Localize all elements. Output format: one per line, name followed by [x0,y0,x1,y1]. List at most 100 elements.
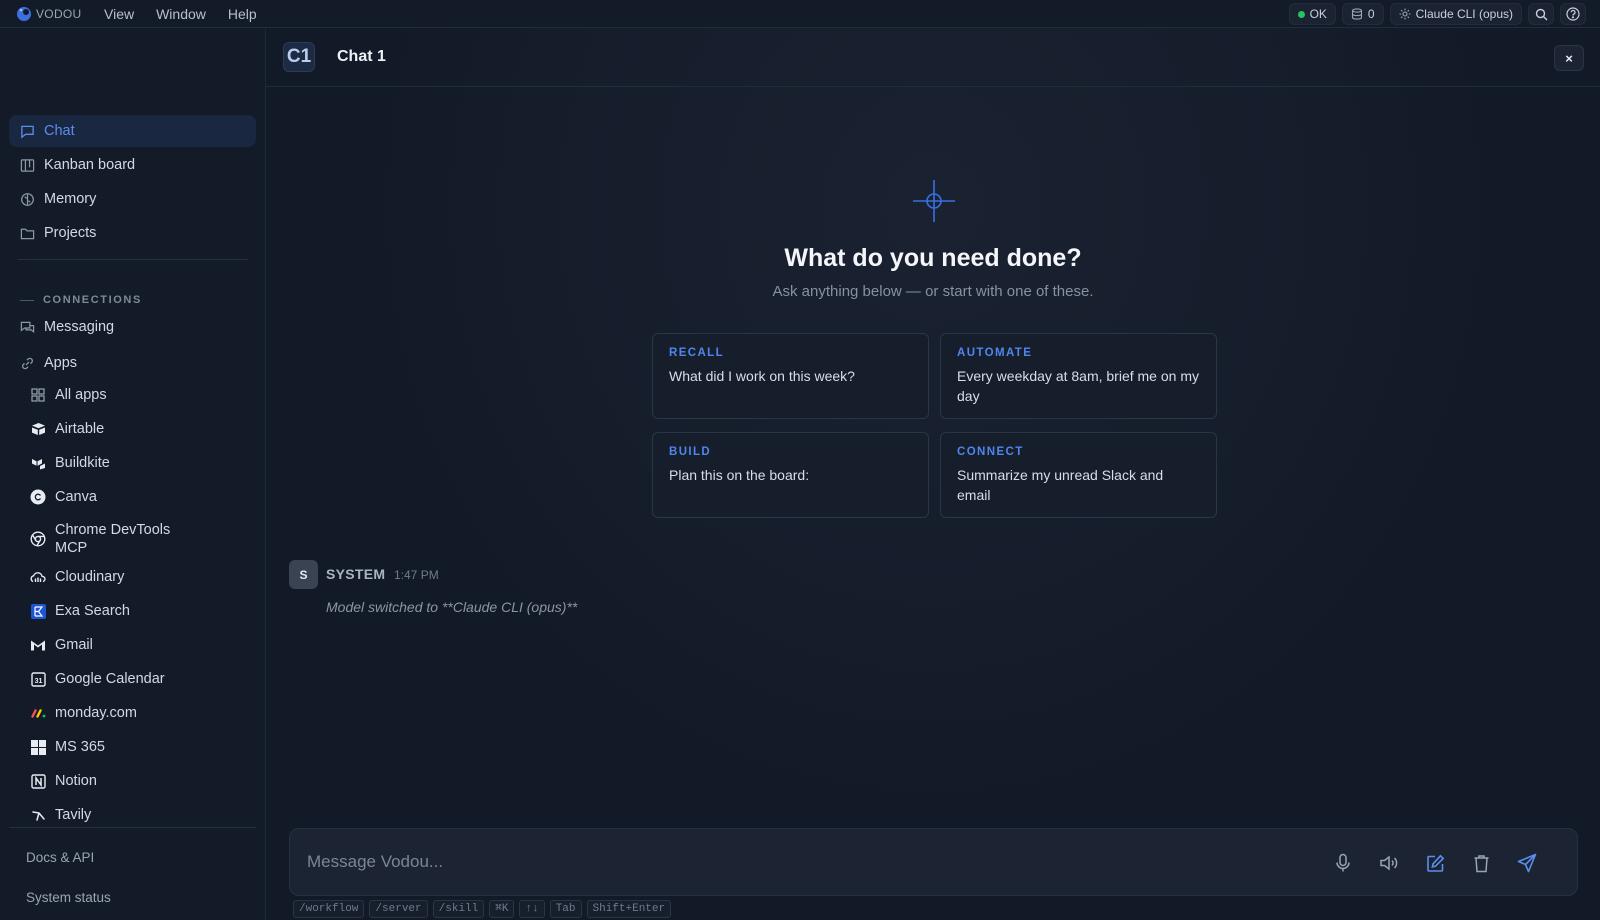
queue-pill[interactable]: 0 [1341,3,1384,25]
close-chat-button[interactable]: × [1554,45,1584,71]
canva-icon [30,489,46,505]
microphone-icon [1336,853,1350,872]
edit-icon [1426,854,1444,872]
grid-icon [30,387,46,403]
connections-heading: CONNECTIONS [20,294,142,306]
message-input[interactable] [307,850,1307,874]
sidebar-item-chat[interactable]: Chat [9,115,256,147]
hint-server[interactable]: /server [369,900,428,918]
help-icon [1566,7,1580,21]
send-icon [1517,853,1537,873]
suggestion-card-build[interactable]: BUILD Plan this on the board: [652,432,929,518]
status-ok-pill[interactable]: OK [1288,3,1336,25]
speaker-button[interactable] [1378,852,1400,874]
hint-skill[interactable]: /skill [432,900,485,918]
search-button[interactable] [1528,3,1554,25]
ms365-icon [30,739,46,755]
docs-api-link[interactable]: Docs & API [26,850,94,865]
hint-command-k: ⌘K [489,900,515,918]
sidebar-item-projects[interactable]: Projects [9,217,256,249]
suggestion-text: Summarize my unread Slack and email [957,467,1164,503]
app-item-buildkite[interactable]: Buildkite [30,455,250,471]
chrome-icon [30,531,46,547]
airtable-icon [30,421,46,437]
sidebar-item-label: Kanban board [44,157,136,173]
chat-title: Chat 1 [337,48,386,65]
app-item-exa-search[interactable]: Exa Search [30,603,250,619]
suggestion-card-recall[interactable]: RECALL What did I work on this week? [652,333,929,419]
system-status-link[interactable]: System status [26,890,111,905]
hint-arrows: ↑↓ [519,900,545,918]
app-item-cloudinary[interactable]: Cloudinary [30,569,250,585]
suggestion-card-connect[interactable]: CONNECT Summarize my unread Slack and em… [940,432,1217,518]
app-item-google-calendar[interactable]: 31 Google Calendar [30,671,250,687]
suggestion-card-automate[interactable]: AUTOMATE Every weekday at 8am, brief me … [940,333,1217,419]
section-dash [20,299,34,301]
sidebar-item-kanban[interactable]: Kanban board [9,149,256,181]
suggestion-text: What did I work on this week? [669,368,855,384]
sun-icon [1399,8,1411,20]
hint-tab: Tab [549,900,582,918]
message-text: Model switched to **Claude CLI (opus)** [326,599,578,615]
sidebar: Chat Kanban board Memory Projects CONNEC… [0,28,266,920]
suggestion-category: RECALL [669,347,725,359]
folder-icon [20,228,35,239]
app-item-ms365[interactable]: MS 365 [30,739,250,755]
sidebar-item-apps[interactable]: Apps [9,347,256,379]
sidebar-item-label: Chat [44,123,75,139]
message-composer [289,828,1578,896]
database-icon [1351,8,1362,20]
menu-bar: VODOU View Window Help OK 0 Claude CLI (… [0,0,1600,28]
app-item-canva[interactable]: Canva [30,489,250,505]
calendar-icon: 31 [30,671,46,687]
microphone-button[interactable] [1332,852,1354,874]
status-ok-label: OK [1309,7,1327,21]
app-item-label: Gmail [55,637,93,653]
monday-icon [30,705,46,721]
suggestion-text: Plan this on the board: [669,467,810,483]
vodou-logo-icon [17,6,31,21]
app-item-label: Google Calendar [55,671,165,687]
app-item-chrome-devtools[interactable]: Chrome DevTools MCP [30,521,250,557]
message-timestamp: 1:47 PM [394,568,439,582]
menu-help[interactable]: Help [228,6,257,22]
app-item-label: All apps [55,387,107,403]
sidebar-item-messaging[interactable]: Messaging [9,311,256,343]
app-brand: VODOU [0,6,96,22]
app-item-airtable[interactable]: Airtable [30,421,250,437]
chat-main: C1 Chat 1 × What do you need done? Ask a… [266,28,1600,920]
clear-button[interactable] [1470,852,1492,874]
send-button[interactable] [1516,852,1538,874]
suggestion-text: Every weekday at 8am, brief me on my day [957,368,1199,404]
help-button[interactable] [1560,3,1586,25]
app-item-label: Cloudinary [55,569,125,585]
connections-label: CONNECTIONS [43,294,142,306]
model-label: Claude CLI (opus) [1415,7,1513,21]
app-item-notion[interactable]: Notion [30,773,250,789]
brain-icon [21,192,34,206]
app-item-monday[interactable]: monday.com [30,705,250,721]
suggestion-category: AUTOMATE [957,347,1033,359]
menu-window[interactable]: Window [156,6,206,22]
edit-button[interactable] [1424,852,1446,874]
app-item-label: Airtable [55,421,105,437]
sidebar-item-label: Projects [44,225,97,241]
chat-bubble-icon [21,125,34,138]
trash-icon [1474,854,1488,872]
hint-workflow[interactable]: /workflow [293,900,365,918]
sidebar-item-label: Memory [44,191,97,207]
speaker-icon [1380,855,1398,871]
sidebar-footer-divider [9,827,256,828]
app-item-label: Notion [55,773,97,789]
chat-header: C1 Chat 1 × [266,28,1600,87]
app-item-tavily[interactable]: Tavily [30,807,250,823]
app-item-gmail[interactable]: Gmail [30,637,250,653]
sidebar-item-memory[interactable]: Memory [9,183,256,215]
messaging-icon [20,321,35,333]
menu-view[interactable]: View [104,6,134,22]
exa-icon [30,603,46,619]
model-selector[interactable]: Claude CLI (opus) [1389,3,1522,25]
queue-count: 0 [1367,7,1375,21]
app-item-all-apps[interactable]: All apps [30,387,250,403]
hero-subtitle: Ask anything below — or start with one o… [772,283,1094,300]
